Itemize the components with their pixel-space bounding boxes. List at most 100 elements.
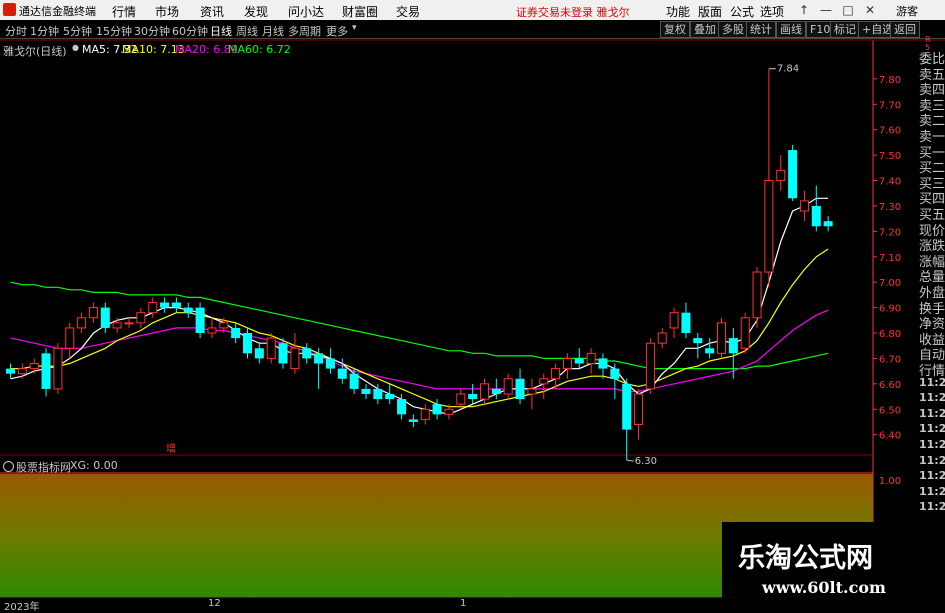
candle[interactable] <box>598 353 608 379</box>
candle[interactable] <box>574 348 584 369</box>
candle-body <box>420 408 430 420</box>
candle-body <box>77 317 87 329</box>
candle-body <box>811 205 821 227</box>
candle[interactable] <box>788 144 798 201</box>
candle-body <box>385 394 395 400</box>
candle[interactable] <box>669 307 679 339</box>
candle-body <box>728 338 738 354</box>
y-tick-label: 6.70 <box>879 354 901 365</box>
candle[interactable] <box>77 312 87 334</box>
candle[interactable] <box>539 373 549 400</box>
candle[interactable] <box>681 302 691 339</box>
date-label-jan: 1 <box>460 598 467 609</box>
candle[interactable] <box>420 404 430 425</box>
candle[interactable] <box>610 363 620 400</box>
candle-body <box>325 358 335 369</box>
candle-body <box>314 353 324 364</box>
candle[interactable] <box>432 399 442 420</box>
candle-body <box>88 307 98 319</box>
candle[interactable] <box>361 383 371 400</box>
y-tick-label: 7.10 <box>879 253 901 264</box>
candle-body <box>562 357 572 370</box>
candle[interactable] <box>657 327 667 349</box>
candle[interactable] <box>29 358 39 374</box>
candle-body <box>302 348 312 359</box>
candle[interactable] <box>645 338 655 395</box>
candle[interactable] <box>752 266 762 328</box>
candle-body <box>574 358 584 364</box>
candle[interactable] <box>171 297 181 313</box>
candle[interactable] <box>408 414 418 428</box>
candle[interactable] <box>314 348 324 389</box>
candle[interactable] <box>764 68 774 288</box>
candle[interactable] <box>385 383 395 405</box>
candle[interactable] <box>195 302 205 339</box>
candle[interactable] <box>811 185 821 232</box>
candle[interactable] <box>728 327 738 379</box>
candle[interactable] <box>160 297 170 313</box>
candle-body <box>491 388 501 395</box>
candle[interactable] <box>776 155 786 191</box>
candle[interactable] <box>183 302 193 318</box>
candle-body <box>397 399 407 415</box>
candle[interactable] <box>622 378 632 461</box>
candle[interactable] <box>100 302 110 334</box>
indicator-tick-label: 1.00 <box>879 476 901 487</box>
candle[interactable] <box>266 333 276 364</box>
watermark-title: 乐淘公式网 <box>738 543 873 574</box>
candle[interactable] <box>53 343 63 395</box>
y-tick-label: 7.40 <box>879 177 901 188</box>
candle[interactable] <box>231 322 241 344</box>
candle[interactable] <box>243 327 252 359</box>
candle[interactable] <box>207 317 217 339</box>
indicator-settings-icon[interactable] <box>3 461 14 472</box>
candle-body <box>705 348 715 354</box>
candle-body <box>183 307 193 313</box>
candle[interactable] <box>148 297 158 318</box>
candle-body <box>254 348 264 359</box>
candle[interactable] <box>717 317 726 359</box>
candle[interactable] <box>325 348 335 374</box>
indicator-name[interactable]: 股票指标网 <box>16 459 71 475</box>
ma10-line <box>10 248 829 408</box>
candle[interactable] <box>124 317 134 328</box>
candle[interactable] <box>41 348 51 397</box>
candle-body <box>752 271 762 319</box>
candle-body <box>693 338 703 344</box>
candle[interactable] <box>6 363 15 379</box>
candle[interactable] <box>491 378 501 400</box>
y-tick-label: 6.80 <box>879 329 901 340</box>
candle-body <box>278 343 288 364</box>
candle[interactable] <box>586 348 596 374</box>
date-label-dec: 12 <box>208 598 221 609</box>
candle-body <box>17 368 27 375</box>
candle[interactable] <box>562 353 572 379</box>
candle[interactable] <box>515 368 525 405</box>
candle-body <box>219 322 229 329</box>
candle[interactable] <box>503 373 513 400</box>
candle-body <box>171 302 181 308</box>
candle[interactable] <box>136 307 146 328</box>
candle-body <box>207 327 217 334</box>
candle[interactable] <box>468 383 478 405</box>
candle[interactable] <box>88 302 98 323</box>
candle[interactable] <box>65 322 75 359</box>
candle[interactable] <box>799 190 809 222</box>
candle[interactable] <box>634 388 644 440</box>
candle-body <box>657 332 667 344</box>
candle-body <box>622 383 632 430</box>
candle[interactable] <box>693 333 703 359</box>
tick-time: 11:29 <box>919 469 945 483</box>
candle[interactable] <box>527 378 537 410</box>
candle[interactable] <box>302 343 312 364</box>
y-tick-label: 7.70 <box>879 100 901 111</box>
candle-body <box>776 169 786 182</box>
candle[interactable] <box>740 312 750 354</box>
candle[interactable] <box>823 216 833 232</box>
candle-body <box>266 337 276 359</box>
candle[interactable] <box>290 333 300 374</box>
date-label-year: 2023年 <box>4 602 40 613</box>
candle[interactable] <box>705 338 715 359</box>
candle[interactable] <box>254 343 264 364</box>
candle-body <box>444 408 454 415</box>
